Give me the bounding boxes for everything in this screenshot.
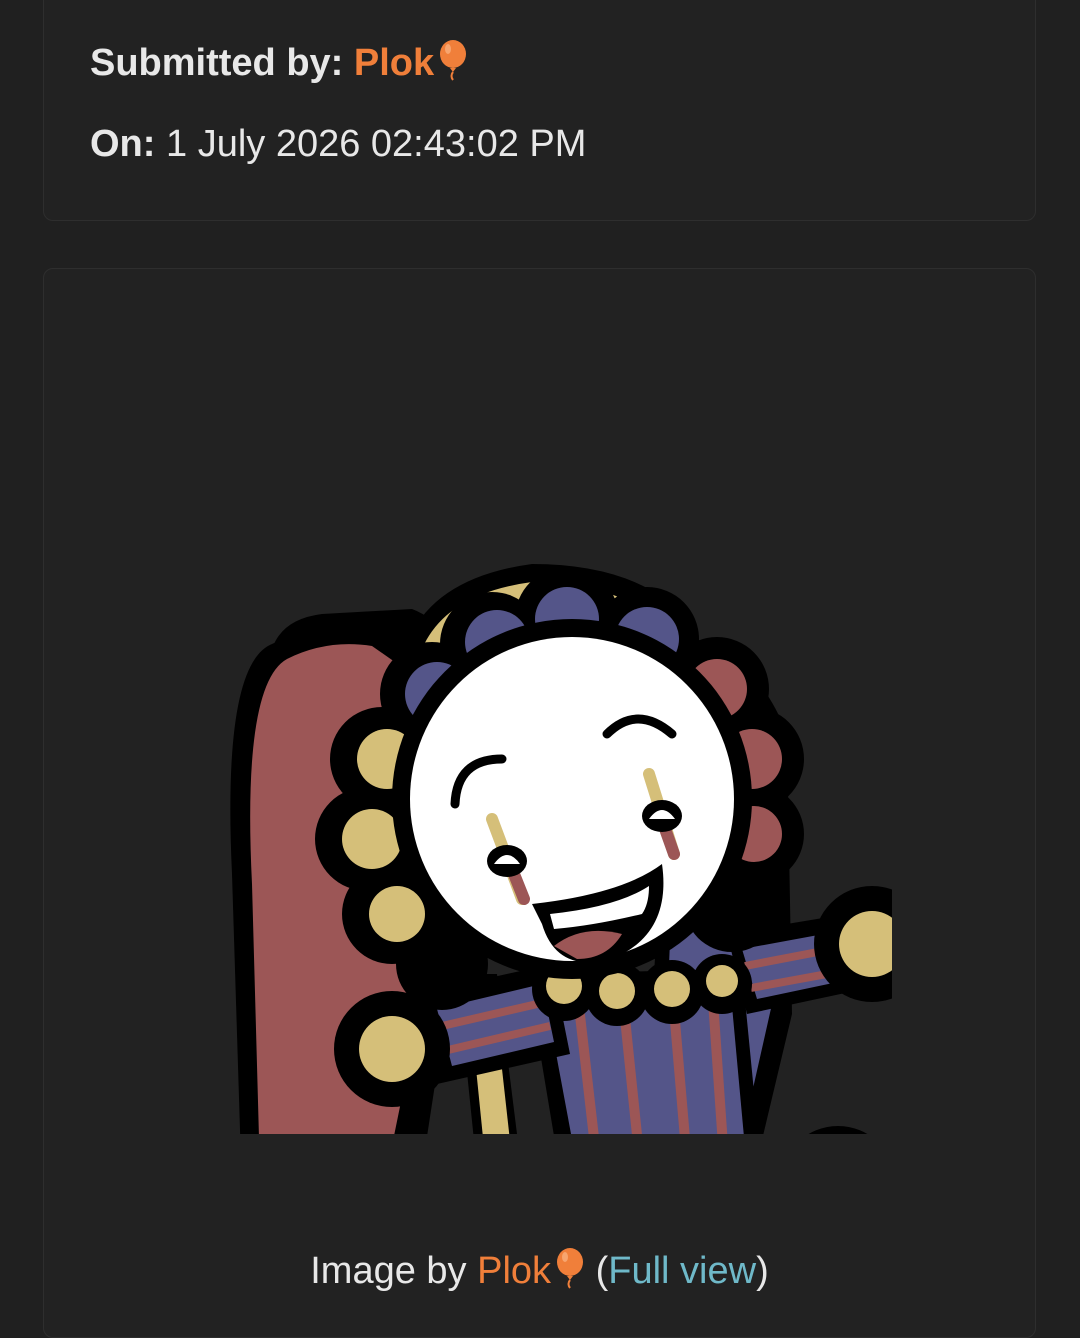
submitted-by-label: Submitted by: (90, 42, 344, 84)
clown-artwork-image[interactable] (152, 414, 892, 1134)
balloon-icon (555, 1247, 585, 1299)
caption-author-link[interactable]: Plok (477, 1250, 551, 1292)
submitted-by-line: Submitted by: Plok (90, 39, 468, 91)
caption-close-paren: ) (756, 1250, 769, 1292)
submitted-on-label: On: (90, 123, 156, 165)
caption-prefix: Image by (310, 1250, 467, 1292)
submission-date: 1 July 2026 02:43:02 PM (166, 123, 587, 165)
submission-info-card: Submitted by: Plok On: 1 July 2026 02:43… (43, 0, 1036, 221)
image-card: Image by Plok (Full view) (43, 268, 1036, 1338)
balloon-icon (438, 39, 468, 91)
full-view-link[interactable]: Full view (608, 1250, 756, 1292)
caption-open-paren: ( (595, 1250, 609, 1292)
submitted-on-line: On: 1 July 2026 02:43:02 PM (90, 123, 586, 166)
clown-face (392, 619, 752, 979)
image-caption: Image by Plok (Full view) (44, 1247, 1035, 1299)
submitter-username-link[interactable]: Plok (354, 42, 434, 84)
